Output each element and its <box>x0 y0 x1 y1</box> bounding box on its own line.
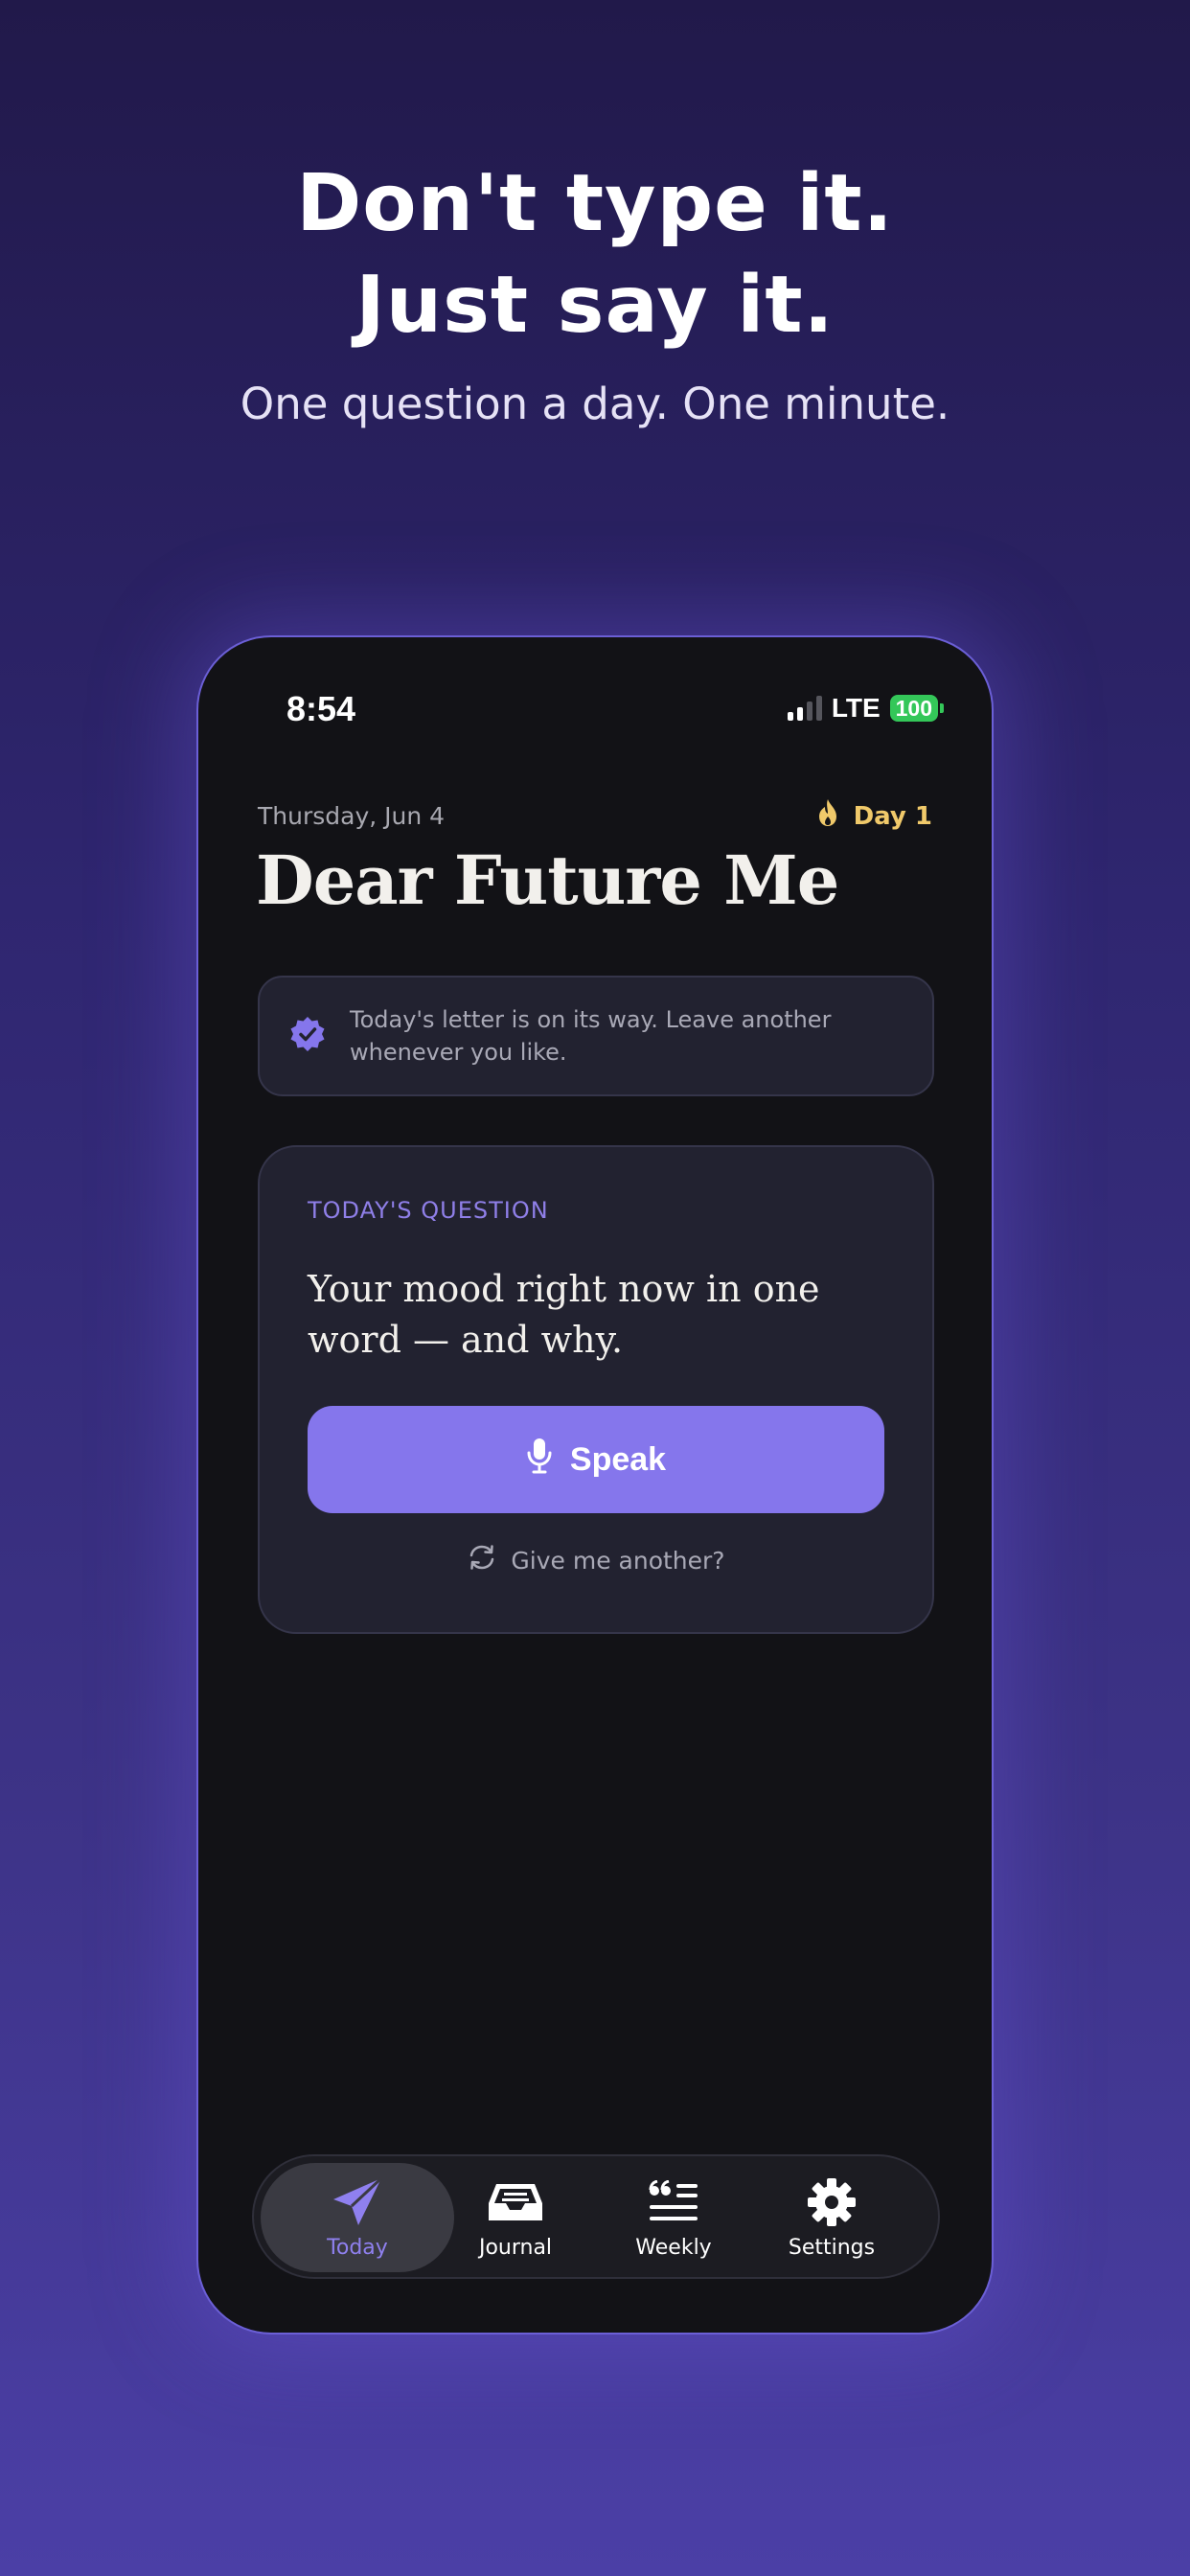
headline-line-2: Just say it. <box>355 260 835 351</box>
quote-list-icon <box>648 2176 699 2228</box>
verified-badge-icon <box>288 1015 327 1057</box>
current-date: Thursday, Jun 4 <box>258 802 446 830</box>
streak-badge: Day 1 <box>817 798 932 834</box>
question-label: TODAY'S QUESTION <box>308 1197 549 1224</box>
status-indicators: LTE 100 <box>787 693 944 724</box>
notice-text: Today's letter is on its way. Leave anot… <box>350 1006 832 1066</box>
question-text: Your mood right now in one word — and wh… <box>308 1268 820 1361</box>
battery-icon: 100 <box>889 695 944 722</box>
page-title: Dear Future Me <box>256 840 839 920</box>
phone-screen: 8:54 LTE 100 Thursday, Jun 4 Day 1 Dear … <box>196 635 994 2334</box>
tab-journal-label: Journal <box>478 2235 553 2260</box>
microphone-icon <box>526 1437 553 1484</box>
speak-button[interactable]: Speak <box>308 1406 884 1513</box>
signal-icon <box>787 696 822 721</box>
another-question-button[interactable]: Give me another? <box>260 1542 932 1578</box>
streak-label: Day 1 <box>853 801 932 831</box>
tab-settings[interactable]: Settings <box>735 2163 928 2272</box>
question-card: TODAY'S QUESTION Your mood right now in … <box>258 1145 934 1634</box>
network-type: LTE <box>831 693 881 723</box>
tab-settings-label: Settings <box>788 2235 876 2260</box>
tab-weekly-label: Weekly <box>635 2235 712 2260</box>
battery-level: 100 <box>889 695 938 722</box>
speak-label: Speak <box>569 1440 667 1478</box>
inbox-tray-icon <box>487 2176 544 2228</box>
letter-status-notice: Today's letter is on its way. Leave anot… <box>258 976 934 1096</box>
marketing-headline: Don't type it. Just say it. <box>0 153 1190 356</box>
flame-icon <box>817 798 838 834</box>
paper-plane-icon <box>331 2176 384 2228</box>
marketing-subhead: One question a day. One minute. <box>240 379 950 429</box>
gear-icon <box>807 2176 857 2228</box>
refresh-icon <box>467 1542 497 1578</box>
tab-bar: Today Journal Weekly Settings <box>252 2154 940 2279</box>
tab-today-label: Today <box>327 2235 388 2260</box>
status-time: 8:54 <box>286 689 356 728</box>
headline-line-1: Don't type it. <box>296 158 894 249</box>
another-question-label: Give me another? <box>511 1546 725 1575</box>
